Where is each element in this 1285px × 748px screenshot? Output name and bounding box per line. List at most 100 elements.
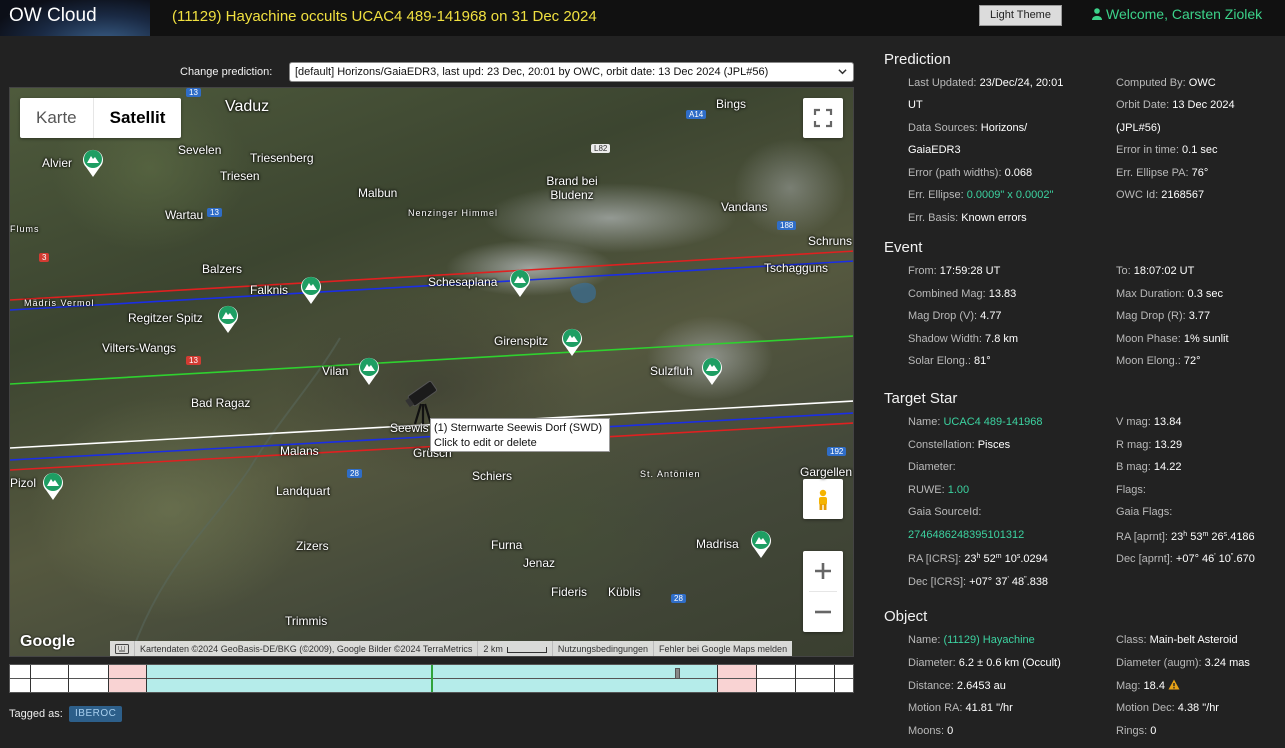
keyboard-shortcuts-button[interactable] — [110, 641, 134, 656]
field-shadow-width: Shadow Width: 7.8 km — [908, 333, 1019, 345]
mountain-pin-icon[interactable] — [700, 356, 724, 386]
map-type-karte-button[interactable]: Karte — [20, 98, 93, 138]
place-label: Bad Ragaz — [191, 396, 251, 410]
map-scale-bar — [506, 646, 547, 653]
section-title-object: Object — [884, 608, 928, 625]
field-max-duration: Max Duration: 0.3 sec — [1116, 288, 1224, 300]
field-error-time: Error in time: 0.1 sec — [1116, 144, 1218, 156]
timeline-handle[interactable] — [675, 668, 680, 679]
place-label: Furna — [491, 538, 523, 552]
field-star-diameter: Diameter: — [908, 461, 956, 473]
timeline-tick — [68, 665, 69, 692]
field-mag: Mag: 18.4 — [1116, 675, 1180, 697]
observer-name: (1) Sternwarte Seewis Dorf (SWD) — [434, 422, 603, 434]
field-object-diameter: Diameter: 6.2 ± 0.6 km (Occult) — [908, 657, 1061, 669]
field-orbit-date-cont: (JPL#56) — [1116, 122, 1161, 134]
event-title: (11129) Hayachine occults UCAC4 489-1419… — [172, 8, 597, 25]
zoom-out-button[interactable] — [803, 592, 843, 632]
road-badge: L82 — [591, 144, 611, 153]
path-timeline[interactable] — [9, 664, 854, 693]
object-name-link[interactable]: (11129) Hayachine — [943, 634, 1034, 646]
mountain-pin-icon[interactable] — [357, 356, 381, 386]
app-title[interactable]: OW Cloud — [9, 5, 97, 27]
pegman-icon — [819, 489, 827, 510]
field-diameter-augm: Diameter (augm): 3.24 mas — [1116, 657, 1250, 669]
zoom-in-button[interactable] — [803, 551, 843, 591]
mountain-pin-icon[interactable] — [560, 327, 584, 357]
tag-badge[interactable]: IBEROC — [69, 706, 123, 722]
app-logo[interactable]: OW Cloud — [0, 0, 150, 36]
place-label: Schiers — [472, 469, 513, 483]
field-solar-elong: Solar Elong.: 81° — [908, 355, 991, 367]
prediction-select[interactable]: [default] Horizons/GaiaEDR3, last upd: 2… — [289, 62, 854, 82]
mountain-pin-icon[interactable] — [216, 304, 240, 334]
timeline-tick — [146, 665, 147, 692]
place-label: Trimmis — [285, 614, 328, 628]
observer-popup[interactable]: (1) Sternwarte Seewis Dorf (SWD) Click t… — [430, 418, 610, 452]
place-label: St. Antönien — [640, 469, 701, 479]
mountain-pin-icon[interactable] — [299, 275, 323, 305]
field-motion-ra: Motion RA: 41.81 "/hr — [908, 702, 1013, 714]
road-badge: 192 — [827, 447, 847, 456]
map-data-credit: Kartendaten ©2024 GeoBasis-DE/BKG (©2009… — [134, 641, 477, 656]
section-title-prediction: Prediction — [884, 51, 951, 68]
warning-icon[interactable] — [1168, 679, 1180, 690]
field-vmag: V mag: 13.84 — [1116, 416, 1182, 428]
section-title-target-star: Target Star — [884, 390, 958, 407]
place-label: Malbun — [358, 186, 398, 200]
field-motion-dec: Motion Dec: 4.38 "/hr — [1116, 702, 1219, 714]
timeline-tick — [717, 665, 718, 692]
prediction-select-value: [default] Horizons/GaiaEDR3, last upd: 2… — [295, 66, 769, 78]
terms-link[interactable]: Nutzungsbedingungen — [551, 641, 653, 656]
field-gaia-source-label: Gaia SourceId: — [908, 506, 982, 518]
star-name-link[interactable]: UCAC4 489-141968 — [943, 416, 1042, 428]
field-err-ellipse: Err. Ellipse: 0.0009" x 0.0002" — [908, 189, 1054, 201]
field-combined-mag: Combined Mag: 13.83 — [908, 288, 1017, 300]
map[interactable]: Karte Satellit Vaduz Bings Sevelen Tries… — [9, 87, 854, 657]
field-err-ellipse-pa: Err. Ellipse PA: 76° — [1116, 167, 1209, 179]
place-label: Balzers — [202, 262, 243, 276]
timeline-tick — [834, 665, 835, 692]
road-badge: 28 — [671, 594, 686, 603]
google-logo: Google — [20, 633, 76, 650]
field-moon-elong: Moon Elong.: 72° — [1116, 355, 1201, 367]
mountain-pin-icon[interactable] — [508, 268, 532, 298]
mountain-pin-icon[interactable] — [41, 471, 65, 501]
street-view-pegman-button[interactable] — [803, 479, 843, 519]
place-label: Flums — [10, 224, 40, 234]
field-constellation: Constellation: Pisces — [908, 439, 1011, 451]
place-label: Fideris — [551, 585, 588, 599]
map-scale[interactable]: 2 km — [477, 641, 552, 656]
place-label: Jenaz — [523, 556, 556, 570]
field-ruwe: RUWE: 1.00 — [908, 484, 970, 496]
field-rings: Rings: 0 — [1116, 725, 1157, 737]
err-ellipse-link[interactable]: 0.0009" x 0.0002" — [967, 189, 1054, 201]
fullscreen-icon — [813, 108, 833, 128]
field-moons: Moons: 0 — [908, 725, 954, 737]
field-last-updated: Last Updated: 23/Dec/24, 20:01 — [908, 77, 1064, 89]
map-type-satellit-button[interactable]: Satellit — [92, 98, 182, 138]
road-badge: 3 — [39, 253, 50, 262]
field-distance: Distance: 2.6453 au — [908, 680, 1006, 692]
place-label: Landquart — [276, 484, 331, 498]
fullscreen-button[interactable] — [803, 98, 843, 138]
observer-edit-hint: Click to edit or delete — [434, 437, 537, 449]
field-data-sources-cont: GaiaEDR3 — [908, 144, 961, 156]
field-to: To: 18:07:02 UT — [1116, 265, 1195, 277]
plus-icon — [815, 563, 831, 579]
mountain-pin-icon[interactable] — [749, 529, 773, 559]
field-bmag: B mag: 14.22 — [1116, 461, 1182, 473]
map-scale-label: 2 km — [483, 644, 503, 654]
field-data-sources: Data Sources: Horizons/ — [908, 122, 1028, 134]
details-panel: Prediction Last Updated: 23/Dec/24, 20:0… — [876, 0, 1285, 748]
field-object-name: Name: (11129) Hayachine — [908, 634, 1035, 646]
place-label: Küblis — [608, 585, 641, 599]
place-label: Triesen — [220, 169, 260, 183]
place-label: Girenspitz — [494, 334, 549, 348]
ruwe-link[interactable]: 1.00 — [948, 484, 969, 496]
mountain-pin-icon[interactable] — [81, 148, 105, 178]
report-error-link[interactable]: Fehler bei Google Maps melden — [653, 641, 792, 656]
field-orbit-date: Orbit Date: 13 Dec 2024 — [1116, 99, 1235, 111]
map-type-control: Karte Satellit — [20, 98, 182, 138]
gaia-source-link[interactable]: 2746486248395101312 — [908, 529, 1024, 541]
